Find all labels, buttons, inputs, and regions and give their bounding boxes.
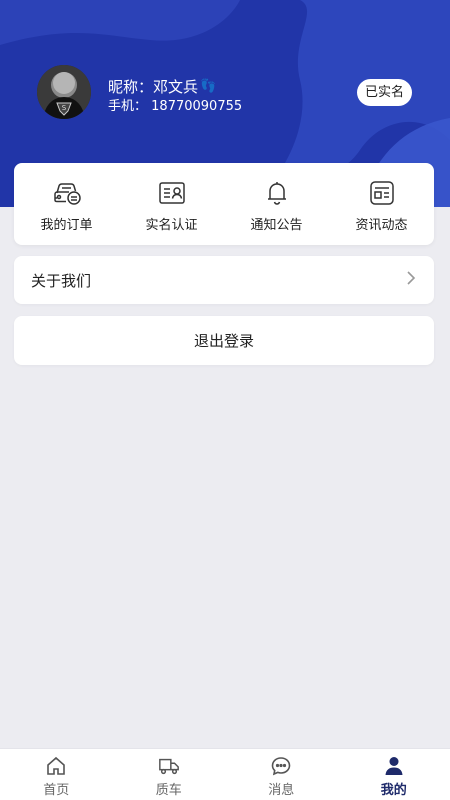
quick-link-label: 通知公告 (250, 218, 303, 233)
nickname-label: 昵称： (108, 78, 154, 96)
quick-link-my-orders[interactable]: 我的订单 (14, 163, 119, 245)
phone-label: 手机： (108, 99, 148, 114)
quick-link-news[interactable]: 资讯动态 (329, 163, 434, 245)
tab-home[interactable]: 首页 (0, 749, 113, 800)
footprints-icon: 👣 (200, 79, 217, 94)
nickname-value: 邓文兵 (153, 78, 199, 96)
quick-link-label: 资讯动态 (355, 218, 408, 233)
chevron-right-icon (406, 270, 416, 290)
home-icon (45, 755, 67, 777)
phone-value: 18770090755 (151, 99, 243, 114)
quick-links-card: 我的订单 实名认证 通知公告 资讯动态 (14, 163, 434, 245)
quick-link-real-name[interactable]: 实名认证 (119, 163, 224, 245)
avatar[interactable]: S (37, 65, 91, 119)
truck-icon (158, 755, 180, 777)
bell-icon (262, 178, 292, 208)
verified-badge: 已实名 (357, 79, 412, 106)
quick-link-notices[interactable]: 通知公告 (224, 163, 329, 245)
logout-button[interactable]: 退出登录 (14, 316, 434, 365)
quick-link-label: 我的订单 (40, 218, 93, 233)
news-icon (367, 178, 397, 208)
avatar-image: S (37, 65, 91, 119)
nickname-row: 昵称： 邓文兵 👣 (108, 77, 242, 97)
car-order-icon (52, 178, 82, 208)
about-us-row[interactable]: 关于我们 (14, 256, 434, 304)
id-card-icon (157, 178, 187, 208)
phone-row: 手机： 18770090755 (108, 97, 242, 117)
bottom-tabbar: 首页 质车 消息 我的 (0, 748, 450, 800)
tab-messages[interactable]: 消息 (225, 749, 338, 800)
chat-icon (270, 755, 292, 777)
tab-mine[interactable]: 我的 (338, 749, 450, 800)
user-info: 昵称： 邓文兵 👣 手机： 18770090755 (108, 77, 242, 117)
svg-text:S: S (62, 104, 67, 112)
about-us-label: 关于我们 (31, 271, 92, 290)
quick-link-label: 实名认证 (145, 218, 198, 233)
tab-label: 质车 (155, 783, 182, 798)
tab-label: 消息 (268, 783, 295, 798)
tab-label: 首页 (43, 783, 70, 798)
person-icon (383, 755, 405, 777)
tab-vehicle[interactable]: 质车 (113, 749, 226, 800)
tab-label: 我的 (380, 783, 407, 798)
